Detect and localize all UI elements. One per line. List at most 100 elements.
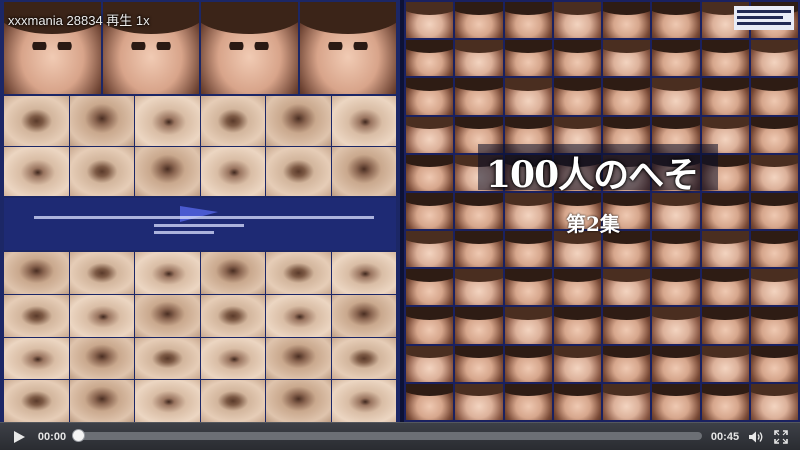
seek-bar[interactable] bbox=[72, 429, 702, 442]
mosaic-face-photo bbox=[603, 307, 651, 344]
mosaic-face-photo bbox=[504, 78, 552, 115]
mosaic-face-photo bbox=[406, 231, 454, 268]
poster-fine-print bbox=[154, 224, 244, 227]
mosaic-face-photo bbox=[553, 383, 601, 420]
video-frame[interactable]: 100人のへそ 第2集 xxxmania 28834 再生 1x bbox=[0, 0, 800, 422]
navel-photo bbox=[135, 294, 200, 337]
mosaic-face-photo bbox=[603, 2, 651, 39]
navel-photo bbox=[200, 146, 265, 196]
navel-photo bbox=[4, 146, 69, 196]
mosaic-face-photo bbox=[701, 192, 749, 230]
poster-logo-mark bbox=[180, 206, 218, 222]
mosaic-face-photo bbox=[652, 192, 700, 230]
navel-photo-grid-bottom bbox=[4, 252, 396, 422]
navel-photo bbox=[69, 294, 134, 337]
navel-photo bbox=[135, 337, 200, 380]
mosaic-face-photo bbox=[553, 78, 601, 115]
poster-fine-print bbox=[34, 216, 374, 219]
mosaic-face-photo bbox=[750, 192, 798, 230]
volume-button[interactable] bbox=[745, 423, 767, 450]
navel-photo bbox=[331, 96, 396, 146]
mosaic-face-photo bbox=[455, 78, 503, 115]
mosaic-face-photo bbox=[652, 78, 700, 115]
mosaic-face-photo bbox=[406, 269, 454, 306]
mosaic-face-photo bbox=[455, 40, 503, 77]
mosaic-face-photo bbox=[652, 307, 700, 344]
mosaic-face-photo bbox=[750, 116, 798, 153]
navel-photo bbox=[200, 96, 265, 146]
navel-photo bbox=[266, 337, 331, 380]
mosaic-face-photo bbox=[406, 2, 454, 39]
mosaic-face-photo bbox=[750, 78, 798, 115]
mosaic-face-photo bbox=[701, 231, 749, 268]
mosaic-face-photo bbox=[652, 345, 700, 382]
mosaic-face-photo bbox=[603, 345, 651, 382]
navel-photo bbox=[331, 294, 396, 337]
duration-time: 00:45 bbox=[710, 430, 740, 443]
navel-photo bbox=[266, 252, 331, 294]
mosaic-face-photo bbox=[553, 345, 601, 382]
mosaic-face-photo bbox=[701, 40, 749, 77]
mosaic-face-photo bbox=[406, 78, 454, 115]
navel-photo bbox=[266, 96, 331, 146]
mosaic-face-photo bbox=[603, 269, 651, 306]
mosaic-face-photo bbox=[455, 2, 503, 39]
mosaic-face-photo bbox=[701, 307, 749, 344]
face-photo bbox=[201, 2, 298, 94]
price-sticker-line bbox=[737, 22, 791, 25]
navel-photo bbox=[69, 337, 134, 380]
mosaic-face-photo bbox=[504, 383, 552, 420]
navel-photo bbox=[4, 96, 69, 146]
navel-photo bbox=[4, 380, 69, 422]
mosaic-face-photo bbox=[553, 269, 601, 306]
mosaic-face-photo bbox=[750, 383, 798, 420]
navel-photo bbox=[135, 146, 200, 196]
mosaic-face-photo bbox=[406, 40, 454, 77]
current-time: 00:00 bbox=[37, 430, 67, 443]
navel-photo bbox=[4, 337, 69, 380]
fullscreen-button[interactable] bbox=[770, 423, 792, 450]
fullscreen-icon bbox=[774, 429, 788, 444]
poster-title: 100人のへそ bbox=[486, 154, 699, 196]
navel-photo bbox=[69, 252, 134, 294]
mosaic-face-photo bbox=[504, 345, 552, 382]
price-sticker-line bbox=[737, 16, 783, 19]
mosaic-face-photo bbox=[504, 40, 552, 77]
mosaic-face-photo bbox=[750, 40, 798, 77]
mosaic-face-photo bbox=[504, 2, 552, 39]
mosaic-face-photo bbox=[750, 231, 798, 268]
poster-left-panel bbox=[0, 0, 400, 422]
mosaic-face-photo bbox=[652, 40, 700, 77]
navel-photo bbox=[200, 380, 265, 422]
video-player[interactable]: 100人のへそ 第2集 xxxmania 28834 再生 1x 00:00 0… bbox=[0, 0, 800, 450]
mosaic-face-photo bbox=[603, 40, 651, 77]
mosaic-face-photo bbox=[455, 383, 503, 420]
mosaic-face-photo bbox=[652, 269, 700, 306]
navel-photo bbox=[4, 252, 69, 294]
navel-photo-grid-top bbox=[4, 96, 396, 196]
mosaic-face-photo bbox=[750, 345, 798, 382]
mosaic-face-photo bbox=[750, 154, 798, 191]
navel-photo bbox=[200, 337, 265, 380]
navel-photo bbox=[4, 294, 69, 337]
video-watermark: xxxmania 28834 再生 1x bbox=[8, 13, 150, 28]
navel-photo bbox=[266, 146, 331, 196]
mosaic-face-photo bbox=[603, 78, 651, 115]
mosaic-face-photo bbox=[406, 345, 454, 382]
seek-thumb[interactable] bbox=[72, 429, 85, 442]
navel-photo bbox=[266, 294, 331, 337]
navel-photo bbox=[135, 96, 200, 146]
mosaic-face-photo bbox=[406, 116, 454, 153]
navel-photo bbox=[200, 294, 265, 337]
mosaic-face-photo bbox=[750, 307, 798, 344]
mosaic-face-photo bbox=[504, 269, 552, 306]
mosaic-face-photo bbox=[652, 231, 700, 268]
mosaic-face-photo bbox=[553, 307, 601, 344]
navel-photo bbox=[331, 146, 396, 196]
mosaic-face-photo bbox=[652, 2, 700, 39]
poster-fine-print bbox=[154, 231, 214, 234]
mosaic-face-photo bbox=[455, 231, 503, 268]
mosaic-face-photo bbox=[455, 192, 503, 230]
play-button[interactable] bbox=[6, 423, 32, 450]
navel-photo bbox=[331, 337, 396, 380]
